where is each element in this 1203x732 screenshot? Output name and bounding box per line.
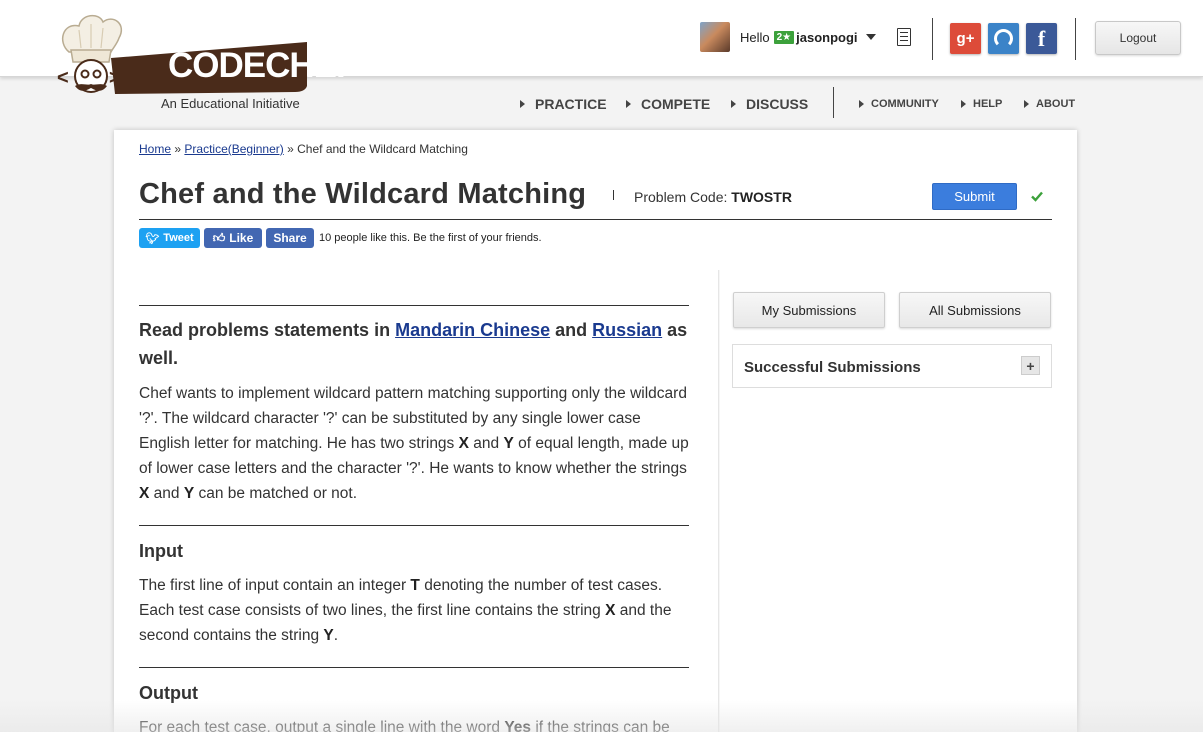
nav-label: HELP: [973, 98, 1003, 110]
section-divider: [139, 525, 689, 526]
breadcrumb-separator: »: [287, 142, 294, 156]
codechef-logo[interactable]: < > CODECHEF An Educational Initiative: [55, 12, 357, 112]
facebook-like-button[interactable]: 👍︎ Like: [204, 228, 262, 248]
nav-about[interactable]: ABOUT: [1024, 98, 1075, 110]
my-submissions-button[interactable]: My Submissions: [733, 292, 885, 328]
caret-right-icon: [520, 100, 525, 108]
problem-code: Problem Code: TWOSTR: [634, 189, 792, 205]
logout-button[interactable]: Logout: [1095, 21, 1181, 55]
translations-text: Read problems statements in: [139, 320, 396, 340]
svg-text:<: <: [57, 67, 69, 89]
problem-code-label: Problem Code:: [634, 189, 728, 205]
caret-right-icon: [731, 100, 736, 108]
header-divider: [932, 18, 933, 60]
nav-label: PRACTICE: [535, 96, 607, 112]
input-heading: Input: [139, 541, 183, 561]
notes-icon[interactable]: [897, 28, 911, 46]
check-icon: [1031, 191, 1043, 202]
output-text: For each test case, output a single line…: [139, 719, 505, 732]
breadcrumb-home[interactable]: Home: [139, 142, 171, 156]
russian-link[interactable]: Russian: [592, 320, 662, 340]
variable-y: Y: [323, 627, 334, 644]
tweet-label: Tweet: [163, 232, 194, 244]
twitter-icon: 🐦︎: [145, 232, 160, 245]
like-label: Like: [229, 231, 254, 245]
successful-submissions-title: Successful Submissions: [744, 359, 921, 376]
problem-description: Chef wants to implement wildcard pattern…: [139, 381, 689, 506]
caret-right-icon: [626, 100, 631, 108]
caret-right-icon: [859, 100, 864, 108]
nav-label: COMMUNITY: [871, 98, 939, 110]
share-bar: 🐦︎ Tweet 👍︎ Like Share 10 people like this…: [139, 228, 542, 248]
logo-tagline: An Educational Initiative: [161, 96, 300, 111]
variable-y: Y: [183, 485, 195, 502]
mandarin-link[interactable]: Mandarin Chinese: [395, 320, 550, 340]
caret-right-icon: [1024, 100, 1029, 108]
description-text: can be matched or not.: [194, 485, 358, 502]
nav-label: COMPETE: [641, 96, 711, 112]
logo-wordmark: CODECHEF: [168, 46, 357, 85]
github-icon[interactable]: [988, 23, 1019, 54]
google-plus-icon[interactable]: g+: [950, 23, 981, 54]
variable-t: T: [410, 577, 420, 594]
username-label: jasonpogi: [796, 29, 858, 45]
page-title: Chef and the Wildcard Matching: [139, 178, 587, 210]
user-greeting[interactable]: Hello 2★ jasonpogi: [740, 30, 876, 45]
column-divider: [718, 270, 720, 732]
nav-help[interactable]: HELP: [961, 98, 1002, 110]
nav-label: ABOUT: [1036, 98, 1076, 110]
nav-compete[interactable]: COMPETE: [626, 96, 710, 112]
input-text: The first line of input contain an integ…: [139, 577, 411, 594]
problem-code-value: TWOSTR: [731, 189, 792, 205]
section-divider: [139, 305, 689, 306]
input-description: The first line of input contain an integ…: [139, 573, 689, 648]
expand-plus-icon[interactable]: +: [1021, 356, 1040, 375]
section-divider: [139, 667, 689, 668]
successful-submissions-panel[interactable]: Successful Submissions +: [732, 344, 1052, 388]
tweet-button[interactable]: 🐦︎ Tweet: [139, 228, 200, 248]
variable-x: X: [139, 485, 150, 502]
user-menu[interactable]: Hello 2★ jasonpogi: [700, 21, 876, 53]
header-divider: [1075, 18, 1076, 60]
breadcrumb-separator: »: [174, 142, 182, 156]
greeting-text: Hello: [740, 29, 770, 45]
translations-text: and: [550, 320, 593, 340]
breadcrumb: Home » Practice(Beginner) » Chef and the…: [139, 142, 468, 156]
title-divider: [613, 190, 614, 200]
nav-discuss[interactable]: DISCUSS: [731, 96, 808, 112]
nav-community[interactable]: COMMUNITY: [859, 98, 939, 110]
nav-label: DISCUSS: [746, 96, 809, 112]
facebook-share-button[interactable]: Share: [266, 228, 314, 248]
variable-x: X: [605, 602, 616, 619]
output-description: For each test case, output a single line…: [139, 715, 689, 732]
title-divider-line: [139, 219, 1052, 220]
caret-right-icon: [961, 100, 966, 108]
output-heading: Output: [139, 683, 198, 703]
problem-card: Home » Practice(Beginner) » Chef and the…: [114, 130, 1077, 732]
user-avatar[interactable]: [700, 22, 730, 52]
nav-divider: [833, 87, 834, 118]
input-text: .: [333, 627, 339, 644]
thumbs-up-icon: 👍︎: [212, 230, 226, 245]
output-keyword-yes: Yes: [504, 719, 532, 732]
description-text: and: [149, 485, 184, 502]
rating-star-badge: 2★: [773, 30, 795, 44]
breadcrumb-practice[interactable]: Practice(Beginner): [184, 142, 283, 156]
submit-button[interactable]: Submit: [932, 183, 1017, 210]
description-text: and: [468, 435, 504, 452]
chevron-down-icon[interactable]: [865, 34, 876, 40]
breadcrumb-current: Chef and the Wildcard Matching: [297, 142, 468, 156]
variable-x: X: [458, 435, 469, 452]
all-submissions-button[interactable]: All Submissions: [899, 292, 1051, 328]
facebook-icon[interactable]: f: [1026, 23, 1057, 54]
translations-heading: Read problems statements in Mandarin Chi…: [139, 316, 689, 372]
variable-y: Y: [503, 435, 514, 452]
output-text: if the strings can be: [531, 719, 670, 732]
likes-count-text: 10 people like this. Be the first of you…: [319, 232, 542, 244]
nav-practice[interactable]: PRACTICE: [520, 96, 607, 112]
